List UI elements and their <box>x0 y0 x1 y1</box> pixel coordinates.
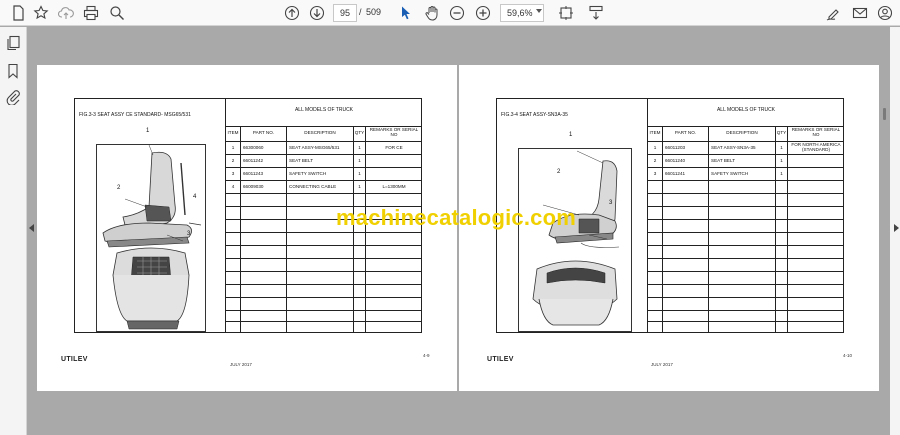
cell-item: 2 <box>653 158 657 163</box>
attachment-icon[interactable] <box>5 89 21 106</box>
seat-drawing <box>96 144 206 332</box>
total-pages: 509 <box>366 7 382 17</box>
cell-description: SAFETY SWITCH <box>289 171 327 176</box>
cell-qty: 1 <box>358 158 361 163</box>
callout-1: 1 <box>569 132 573 138</box>
pdf-toolbar: 95 / 509 59,6% <box>0 0 900 26</box>
cell-part-no: 66300060 <box>243 145 264 150</box>
pen-sign-icon[interactable] <box>824 3 844 23</box>
cell-item: 3 <box>653 171 657 176</box>
page-date: JULY 2017 <box>651 362 673 367</box>
cell-remarks: FOR CE <box>385 145 403 150</box>
chevron-left-icon[interactable] <box>29 224 34 232</box>
current-page-input[interactable]: 95 <box>333 4 357 22</box>
cell-item: 3 <box>231 171 235 176</box>
chevron-right-icon[interactable] <box>894 224 899 232</box>
previous-page-icon[interactable] <box>282 3 302 23</box>
cloud-upload-icon[interactable] <box>56 3 76 23</box>
cell-item: 4 <box>231 184 235 189</box>
header-remarks: REMARKS OR SERIAL NO <box>369 127 419 137</box>
cell-qty: 1 <box>358 145 361 150</box>
cell-qty: 1 <box>780 158 783 163</box>
seat-illustration <box>102 144 202 330</box>
cell-qty: 1 <box>780 171 783 176</box>
left-sidebar <box>0 27 27 435</box>
zoom-search-icon[interactable] <box>107 3 127 23</box>
bookmark-icon[interactable] <box>5 63 21 79</box>
cell-description: SEAT BELT <box>289 158 313 163</box>
mail-icon[interactable] <box>850 3 870 23</box>
page-date: JULY 2017 <box>230 362 252 367</box>
seat-illustration <box>532 150 620 326</box>
print-icon[interactable] <box>81 3 101 23</box>
cell-description: SEAT BELT <box>711 158 735 163</box>
header-qty: QTY <box>776 130 787 135</box>
cell-part-no: 66011242 <box>243 158 264 163</box>
cell-description: SAFETY SWITCH <box>711 171 749 176</box>
cell-description: SEAT ASSY-SN3A-35 <box>711 145 756 150</box>
next-page-icon[interactable] <box>307 3 327 23</box>
star-icon[interactable] <box>31 3 51 23</box>
cell-part-no: 66011243 <box>243 171 264 176</box>
page-icon[interactable] <box>8 3 28 23</box>
cell-description: SEAT ASSY-MSG65/531 <box>289 145 340 150</box>
scroll-mode-icon[interactable] <box>586 3 606 23</box>
cell-part-no: 66011240 <box>665 158 686 163</box>
models-label: ALL MODELS OF TRUCK <box>294 107 354 113</box>
cell-part-no: 66009030 <box>243 184 264 189</box>
callout-3: 3 <box>187 231 191 237</box>
callout-3: 3 <box>609 200 613 206</box>
header-part-no: PART NO. <box>252 130 275 135</box>
utilev-logo: UTILEV <box>487 356 514 363</box>
header-item: ITEM <box>227 130 239 135</box>
fit-page-icon[interactable] <box>556 3 576 23</box>
cell-qty: 1 <box>780 145 783 150</box>
page-separator: / <box>359 7 362 17</box>
header-description: DESCRIPTION <box>726 130 758 135</box>
figure-title: FIG.3-3 SEAT ASSY CE STANDARD- MSG65/531 <box>79 112 191 118</box>
models-label: ALL MODELS OF TRUCK <box>716 107 776 113</box>
chevron-down-icon[interactable] <box>536 9 542 13</box>
callout-2: 2 <box>557 169 561 175</box>
header-item: ITEM <box>649 130 661 135</box>
copy-pages-icon[interactable] <box>5 35 21 51</box>
cell-item: 2 <box>231 158 235 163</box>
cell-part-no: 66011241 <box>665 171 686 176</box>
header-qty: QTY <box>354 130 365 135</box>
user-account-icon[interactable] <box>875 3 895 23</box>
hand-tool-icon[interactable] <box>422 3 442 23</box>
scrollbar-thumb[interactable] <box>883 108 886 120</box>
watermark-text: machinecatalogic.com <box>336 205 576 230</box>
page-number: 4-9 <box>423 353 430 358</box>
seat-drawing <box>518 148 632 332</box>
cell-remarks: FOR NORTH AMERICA (STANDARD) <box>791 142 841 152</box>
zoom-out-icon[interactable] <box>447 3 467 23</box>
callout-4: 4 <box>193 194 197 200</box>
figure-title: FIG.3-4 SEAT ASSY-SN3A-35 <box>501 112 568 118</box>
header-remarks: REMARKS OR SERIAL NO <box>791 127 841 137</box>
cell-qty: 1 <box>358 171 361 176</box>
cell-remarks: L=1300MM <box>382 184 406 189</box>
cursor-select-icon[interactable] <box>396 3 416 23</box>
callout-2: 2 <box>117 185 121 191</box>
header-part-no: PART NO. <box>674 130 697 135</box>
callout-1: 1 <box>146 128 150 134</box>
cell-item: 1 <box>653 145 657 150</box>
header-description: DESCRIPTION <box>304 130 336 135</box>
utilev-logo: UTILEV <box>61 356 88 363</box>
cell-qty: 1 <box>358 184 361 189</box>
page-number: 4-10 <box>843 353 853 358</box>
zoom-level-select[interactable]: 59,6% <box>500 4 544 22</box>
zoom-in-icon[interactable] <box>473 3 493 23</box>
cell-description: CONNECTING CABLE <box>289 184 337 189</box>
cell-item: 1 <box>231 145 235 150</box>
cell-part-no: 66011203 <box>665 145 686 150</box>
